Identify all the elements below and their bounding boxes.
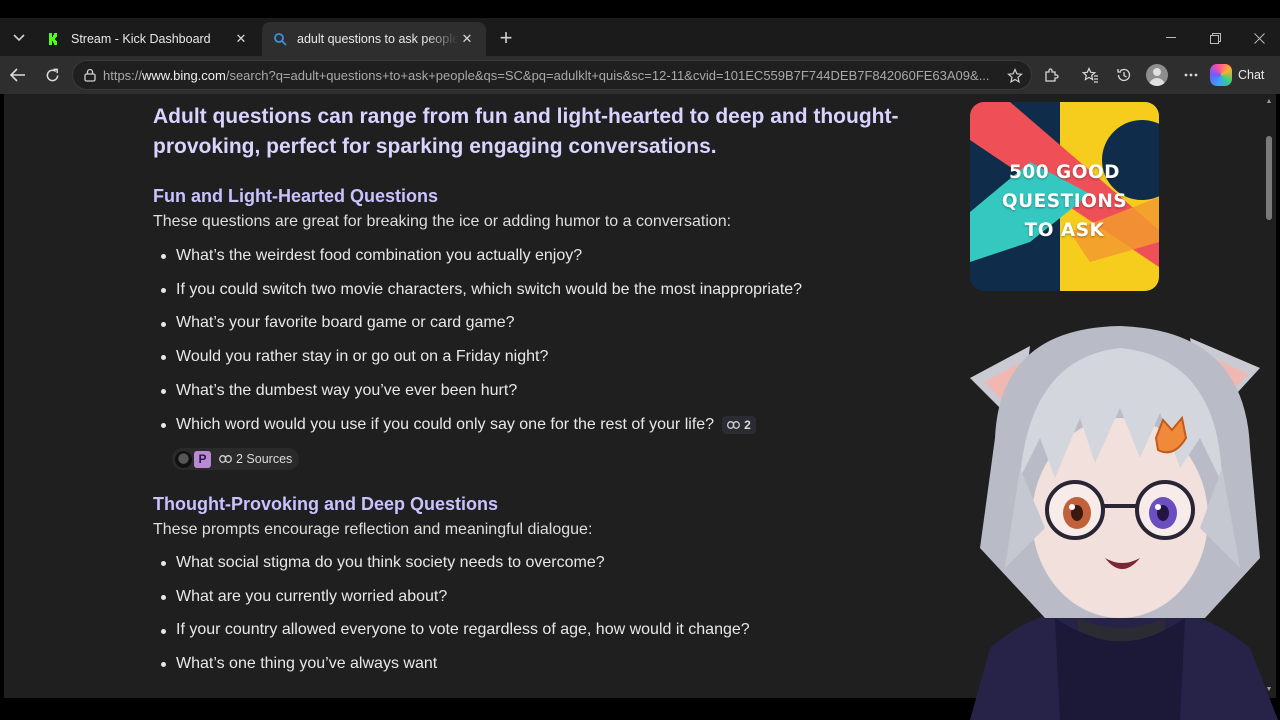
question-text: Would you rather stay in or go out on a …	[176, 348, 549, 366]
bullet	[161, 628, 166, 634]
bullet	[161, 389, 166, 395]
extensions-puzzle-icon[interactable]	[1040, 64, 1062, 86]
sources-button[interactable]: P 2 Sources	[172, 448, 300, 470]
sources-label: 2 Sources	[236, 452, 293, 466]
scrollbar-thumb[interactable]	[1266, 136, 1272, 220]
list-item: What social stigma do you think society …	[158, 546, 750, 580]
citation-badge[interactable]: 2	[722, 415, 756, 434]
thumbnail-line: TO ASK	[1024, 220, 1105, 241]
list-item: If you could switch two movie characters…	[158, 273, 802, 307]
favorite-star-icon[interactable]	[1005, 66, 1025, 86]
section-description-deep: These prompts encourage reflection and m…	[153, 521, 593, 538]
bullet	[161, 561, 166, 566]
section-description-fun: These questions are great for breaking t…	[153, 213, 732, 230]
citation-count: 2	[744, 417, 751, 432]
list-item: Would you rather stay in or go out on a …	[158, 340, 802, 374]
source-favicon-icon	[175, 450, 192, 468]
tab-title: adult questions to ask people - Search	[297, 32, 458, 46]
link-icon	[727, 420, 741, 429]
back-arrow-icon[interactable]	[4, 61, 32, 89]
refresh-icon[interactable]	[38, 61, 66, 89]
favorites-icon[interactable]	[1079, 64, 1101, 86]
question-text: What’s the weirdest food combination you…	[176, 246, 583, 264]
copilot-chat-button[interactable]: Chat	[1210, 62, 1264, 88]
tab-title: Stream - Kick Dashboard	[71, 32, 211, 46]
tab-bing-search[interactable]: adult questions to ask people - Search ✕	[262, 22, 486, 56]
bullet	[161, 287, 166, 293]
scroll-up-arrow-icon[interactable]: ▲	[1265, 98, 1273, 106]
copilot-icon	[1210, 64, 1232, 86]
chat-label: Chat	[1238, 68, 1265, 82]
question-text: What are you currently worried about?	[176, 587, 448, 605]
list-item: What’s the weirdest food combination you…	[158, 239, 802, 273]
source-favicon-p-icon: P	[194, 450, 211, 468]
list-item: What’s the dumbest way you’ve ever been …	[158, 374, 802, 408]
thumbnail-caption: 500 GOOD QUESTIONS TO ASK	[970, 158, 1159, 245]
list-item: Which word would you use if you could on…	[158, 408, 802, 442]
list-item: If your country allowed everyone to vote…	[158, 614, 750, 648]
bullet	[161, 662, 166, 668]
browser-toolbar: https://www.bing.com/search?q=adult+ques…	[0, 56, 1280, 94]
question-list-deep: What social stigma do you think society …	[158, 546, 750, 681]
answer-heading: Adult questions can range from fun and l…	[153, 105, 899, 158]
close-window-icon[interactable]	[1244, 26, 1274, 50]
tab-kick-dashboard[interactable]: Stream - Kick Dashboard ✕	[36, 22, 260, 56]
question-text: What social stigma do you think society …	[176, 553, 605, 571]
bullet	[161, 355, 166, 361]
lock-icon[interactable]	[81, 66, 99, 84]
section-title-fun: Fun and Light-Hearted Questions	[153, 186, 439, 206]
restore-icon[interactable]	[1200, 26, 1230, 50]
result-thumbnail-image[interactable]: 500 GOOD QUESTIONS TO ASK	[970, 102, 1159, 291]
screen-top-bar	[0, 0, 1280, 18]
list-item: What’s your favorite board game or card …	[158, 307, 802, 341]
thumbnail-line: QUESTIONS	[1001, 191, 1128, 212]
question-text: If your country allowed everyone to vote…	[176, 621, 750, 639]
question-list-fun: What’s the weirdest food combination you…	[158, 239, 802, 442]
url-text[interactable]: https://www.bing.com/search?q=adult+ques…	[103, 68, 993, 83]
address-bar[interactable]: https://www.bing.com/search?q=adult+ques…	[72, 60, 1032, 90]
question-text: If you could switch two movie characters…	[176, 280, 803, 298]
kick-icon	[46, 31, 62, 47]
profile-avatar[interactable]	[1146, 64, 1168, 86]
list-item: What’s one thing you’ve always want	[158, 647, 750, 681]
list-item: What are you currently worried about?	[158, 580, 750, 614]
close-tab-icon[interactable]: ✕	[458, 30, 476, 48]
bing-search-icon	[272, 31, 288, 47]
vtuber-avatar-overlay	[960, 318, 1280, 720]
history-icon[interactable]	[1113, 64, 1135, 86]
bullet	[161, 321, 166, 327]
bullet	[161, 422, 166, 428]
bullet	[161, 254, 166, 259]
question-text: What’s the dumbest way you’ve ever been …	[176, 382, 518, 400]
question-text: What’s your favorite board game or card …	[176, 314, 515, 332]
tab-bar: Stream - Kick Dashboard ✕ adult question…	[0, 18, 1280, 56]
tab-actions-menu-icon[interactable]	[6, 25, 32, 51]
thumbnail-line: 500 GOOD	[1008, 162, 1121, 183]
new-tab-plus-icon[interactable]: +	[494, 25, 518, 50]
more-options-icon[interactable]	[1180, 64, 1202, 86]
close-tab-icon[interactable]: ✕	[232, 30, 250, 48]
section-title-deep: Thought-Provoking and Deep Questions	[153, 494, 499, 514]
minimize-icon[interactable]	[1156, 26, 1186, 50]
question-text: Which word would you use if you could on…	[176, 415, 715, 433]
question-text: What’s one thing you’ve always want	[176, 655, 438, 673]
link-icon	[219, 455, 232, 463]
bullet	[161, 594, 166, 600]
